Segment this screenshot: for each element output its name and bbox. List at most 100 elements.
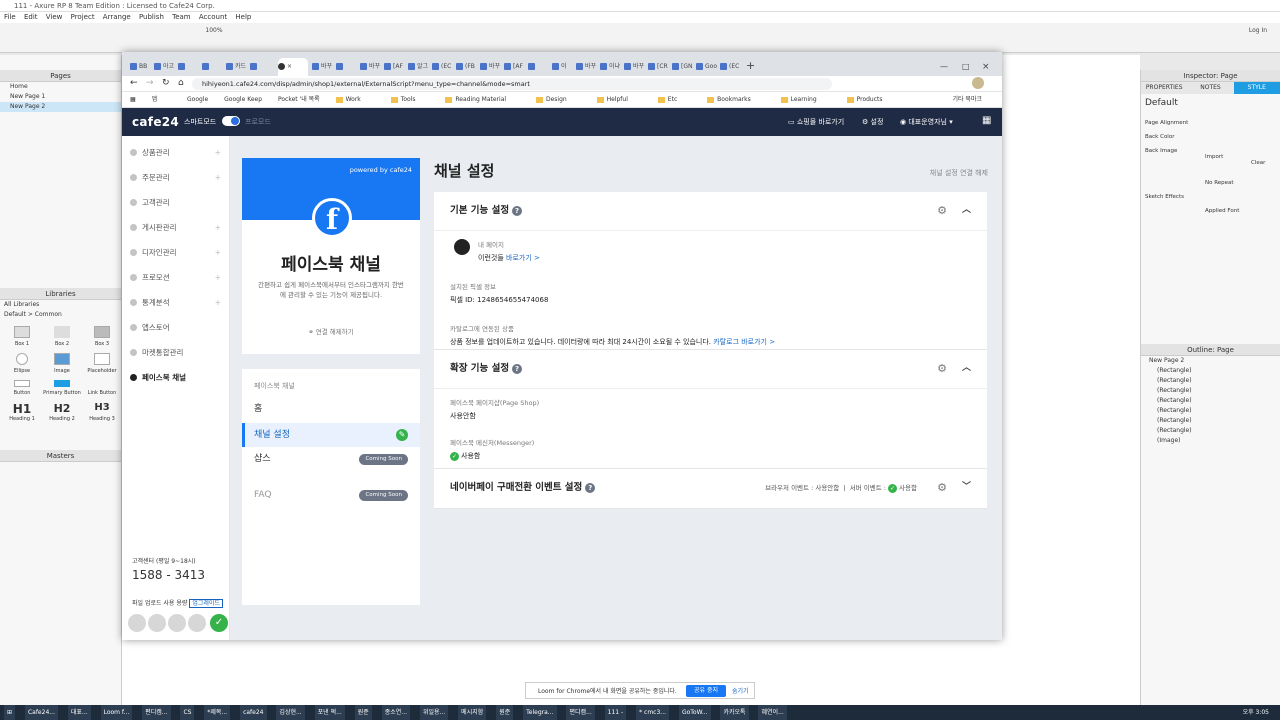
upgrade-button[interactable]: 업그레이드 (189, 599, 223, 608)
browser-tab[interactable]: [AF (504, 58, 526, 76)
browser-tab[interactable]: [AF (384, 58, 406, 76)
forward-icon[interactable]: → (146, 78, 154, 88)
taskbar-item[interactable]: GoToW... (678, 705, 711, 720)
help-icon[interactable]: ? (512, 363, 523, 374)
page-new-page-1[interactable]: New Page 1 (0, 92, 121, 102)
bookmark-reading[interactable]: Reading Material (445, 96, 520, 103)
browser-tab[interactable]: [GN (672, 58, 694, 76)
bookmark-design[interactable]: Design (535, 96, 581, 103)
bookmark-helpful[interactable]: Helpful (596, 96, 642, 103)
tab-style[interactable]: STYLE (1233, 82, 1280, 94)
cafe24-logo[interactable]: cafe24 (132, 115, 179, 129)
menu-account[interactable]: Account (199, 13, 227, 21)
minimize-icon[interactable]: — (940, 58, 962, 76)
extended-settings-header[interactable]: 확장 기능 설정? ⚙ ︿ (434, 350, 987, 388)
browser-tab[interactable] (336, 58, 358, 76)
outline-item[interactable]: (Rectangle) (1141, 426, 1280, 436)
taskbar-item[interactable]: 원준 (496, 705, 514, 720)
menu-edit[interactable]: Edit (24, 13, 38, 21)
browser-tab[interactable]: 카드 (226, 58, 248, 76)
menu-help[interactable]: Help (235, 13, 251, 21)
taskbar-item[interactable]: Telegra... (523, 705, 557, 720)
menu-team[interactable]: Team (172, 13, 191, 21)
outline-item[interactable]: (Rectangle) (1141, 366, 1280, 376)
browser-tab[interactable]: 바꾸 (576, 58, 598, 76)
new-tab-icon[interactable]: + (746, 58, 768, 76)
bookmark-pocket[interactable]: Pocket '내 목록 (278, 96, 320, 103)
nav-home[interactable]: 홈 (242, 397, 420, 421)
taskbar-item[interactable]: 혜연이... (758, 705, 787, 720)
disconnect-link[interactable]: ⚭ 연결 해제하기 (242, 326, 420, 336)
apps-grid-icon[interactable]: ▦ (982, 115, 991, 126)
menu-project[interactable]: Project (71, 13, 95, 21)
browser-tab[interactable]: Goo (696, 58, 718, 76)
sidebar-item-appstore[interactable]: 앱스토어 (122, 315, 229, 340)
settings-link[interactable]: ⚙ 설정 (862, 117, 883, 127)
library-group[interactable]: Default > Common (0, 310, 121, 320)
sidebar-item-design[interactable]: 디자인관리 + (122, 240, 229, 265)
stop-sharing-button[interactable]: 공유 중지 (686, 685, 726, 697)
gear-icon[interactable]: ⚙ (937, 205, 947, 217)
browser-tab[interactable]: [CR (648, 58, 670, 76)
basic-settings-header[interactable]: 기본 기능 설정? ⚙ ︿ (434, 192, 987, 230)
widget-link-button[interactable]: Link Button (82, 380, 122, 396)
taskbar-item[interactable]: Cafe24... (24, 705, 58, 720)
url-input[interactable]: hihiyeon1.cafe24.com/disp/admin/shop1/ex… (192, 78, 832, 90)
outline-item[interactable]: (Rectangle) (1141, 376, 1280, 386)
menu-file[interactable]: File (4, 13, 16, 21)
taskbar-item[interactable]: 원준 (354, 705, 372, 720)
widget-image[interactable]: Image (42, 353, 82, 374)
browser-tab[interactable]: (FB (456, 58, 478, 76)
loom-camera-icon[interactable] (148, 614, 166, 632)
bookmark-google-keep[interactable]: Google Keep (224, 96, 262, 103)
nav-shops[interactable]: 샵스 Coming Soon (242, 447, 420, 471)
browser-tab[interactable]: (EC (720, 58, 742, 76)
close-window-icon[interactable]: × (982, 58, 1002, 76)
chevron-down-icon[interactable]: ﹀ (962, 481, 971, 493)
taskbar-item[interactable]: 편디캠... (566, 705, 595, 720)
taskbar-item[interactable]: 대표... (67, 705, 91, 720)
sidebar-item-customers[interactable]: 고객관리 (122, 190, 229, 215)
outline-item[interactable]: (Rectangle) (1141, 416, 1280, 426)
back-icon[interactable]: ← (130, 78, 138, 88)
outline-page[interactable]: New Page 2 (1141, 356, 1280, 366)
sidebar-item-market[interactable]: 마켓통합관리 (122, 340, 229, 365)
widget-button[interactable]: Button (2, 380, 42, 396)
tab-close-icon[interactable]: × (287, 63, 292, 70)
widget-heading-3[interactable]: H3 Heading 3 (82, 402, 122, 422)
loom-pause-icon[interactable] (188, 614, 206, 632)
naverpay-header[interactable]: 네이버페이 구매전환 이벤트 설정? 브라우저 이벤트 : 사용안함 | 서버 … (434, 469, 987, 507)
sidebar-item-facebook[interactable]: 페이스북 채널 (122, 365, 229, 390)
chevron-up-icon[interactable]: ︿ (962, 362, 971, 374)
page-new-page-2[interactable]: New Page 2 (0, 102, 121, 112)
taskbar-item[interactable]: 편디캠... (142, 705, 171, 720)
taskbar-item[interactable]: *제목... (204, 705, 231, 720)
taskbar-item[interactable]: CS (180, 705, 195, 720)
loom-cancel-icon[interactable] (168, 614, 186, 632)
reload-icon[interactable]: ↻ (162, 78, 170, 88)
loom-done-icon[interactable]: ✓ (210, 614, 228, 632)
bookmark-google[interactable]: Google (187, 96, 208, 103)
catalog-link[interactable]: 카탈로그 바로가기 > (713, 338, 775, 346)
outline-item[interactable]: (Image) (1141, 436, 1280, 446)
page-home[interactable]: Home (0, 82, 121, 92)
library-select[interactable]: All Libraries (0, 300, 121, 310)
browser-tab[interactable]: BB (130, 58, 152, 76)
browser-tab[interactable]: 이냐 (600, 58, 622, 76)
taskbar-item[interactable]: 메시지함 (458, 705, 487, 720)
taskbar-item[interactable]: Loom f... (100, 705, 133, 720)
browser-tab[interactable]: (EC (432, 58, 454, 76)
help-icon[interactable]: ? (585, 482, 596, 493)
my-page-link[interactable]: 바로가기 > (506, 254, 540, 262)
sidebar-item-promotion[interactable]: 프로모션 + (122, 265, 229, 290)
loom-timer-icon[interactable] (128, 614, 146, 632)
profile-avatar[interactable] (972, 77, 984, 89)
chevron-up-icon[interactable]: ︿ (962, 204, 971, 216)
taskbar-item[interactable]: 카카오톡 (720, 705, 749, 720)
gear-icon[interactable]: ⚙ (937, 482, 947, 494)
home-icon[interactable]: ⌂ (178, 78, 184, 88)
widget-primary-button[interactable]: Primary Button (42, 380, 82, 396)
repeat-select[interactable]: No Repeat (1141, 166, 1280, 186)
sidebar-item-products[interactable]: 상품관리 + (122, 140, 229, 165)
browser-tab[interactable]: 알그 (408, 58, 430, 76)
